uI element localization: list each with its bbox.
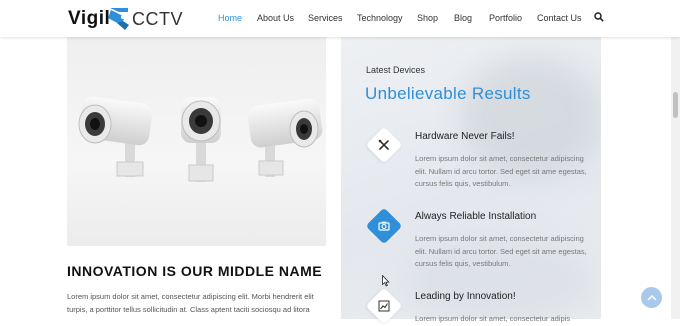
main-nav: Home About Us Services Technology Shop B…	[0, 13, 680, 27]
nav-home[interactable]: Home	[218, 13, 242, 23]
page-scrollbar[interactable]	[671, 37, 680, 319]
nav-shop[interactable]: Shop	[417, 13, 438, 23]
nav-technology[interactable]: Technology	[357, 13, 403, 23]
feature-title-2: Always Reliable Installation	[415, 211, 537, 222]
section-title: Unbelievable Results	[365, 84, 531, 103]
feature-text-2: Lorem ipsum dolor sit amet, consectetur …	[415, 234, 587, 268]
chevron-up-icon	[646, 294, 657, 301]
feature-title-3: Leading by Innovation!	[415, 291, 516, 302]
scrollbar-thumb[interactable]	[673, 92, 678, 118]
innovation-headline: INNOVATION IS OUR MIDDLE NAME	[67, 263, 323, 279]
innovation-body-text: Lorem ipsum dolor sit amet, consectetur …	[67, 292, 314, 314]
nav-services[interactable]: Services	[308, 13, 343, 23]
nav-contact-us[interactable]: Contact Us	[537, 13, 582, 23]
cctv-cameras-illustration	[78, 96, 323, 182]
mouse-cursor-icon	[382, 275, 390, 287]
tools-icon	[378, 139, 389, 150]
nav-portfolio[interactable]: Portfolio	[489, 13, 522, 23]
feature-title-1: Hardware Never Fails!	[415, 131, 515, 142]
camera-icon	[378, 221, 390, 231]
search-icon[interactable]	[594, 12, 604, 22]
section-eyebrow: Latest Devices	[366, 65, 426, 75]
nav-about-us[interactable]: About Us	[257, 13, 294, 23]
scroll-to-top-button[interactable]	[641, 287, 662, 308]
feature-text-1: Lorem ipsum dolor sit amet, consectetur …	[415, 154, 587, 188]
nav-blog[interactable]: Blog	[454, 13, 472, 23]
chart-icon	[378, 300, 390, 312]
site-header: Vigil CCTV Home About Us Services Techno…	[0, 0, 680, 37]
feature-text-3: Lorem ipsum dolor sit amet, consectetur …	[415, 314, 571, 323]
hero-image-cctv-cameras	[67, 37, 326, 246]
